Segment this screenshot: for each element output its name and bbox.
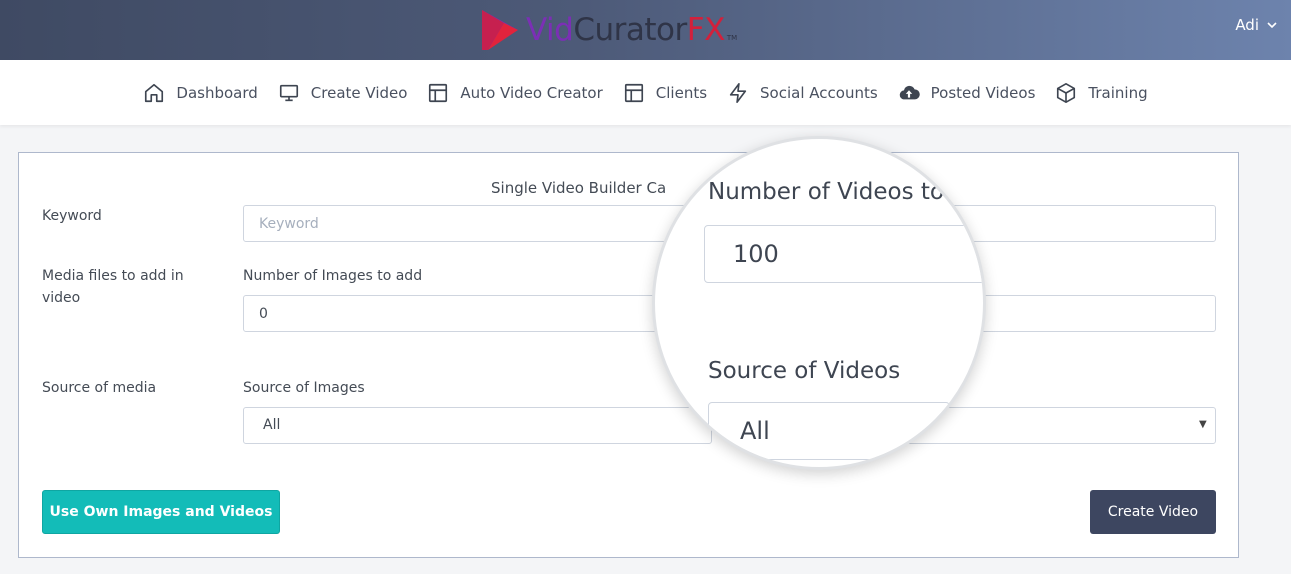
nav-label: Posted Videos [930, 83, 1036, 102]
source-media-label: Source of media [42, 380, 157, 396]
lightning-icon [729, 82, 747, 103]
logo-fx: FX [686, 12, 726, 48]
video-builder-card: Single Video Builder Ca Keyword Media fi… [18, 152, 1239, 558]
videos-count-label: Number of Videos to [708, 179, 945, 205]
nav-item-training[interactable]: Training [1055, 82, 1148, 104]
nav-label: Social Accounts [760, 83, 878, 102]
use-own-media-button[interactable]: Use Own Images and Videos [42, 490, 280, 534]
nav-item-auto-video-creator[interactable]: Auto Video Creator [427, 82, 603, 104]
videos-count-value: 100 [733, 240, 779, 268]
nav-item-dashboard[interactable]: Dashboard [143, 82, 258, 104]
nav-label: Training [1088, 83, 1148, 102]
select-caret-icon: ▼ [1199, 419, 1207, 430]
logo-trademark: TM [726, 34, 738, 42]
nav-item-posted-videos[interactable]: Posted Videos [898, 82, 1036, 104]
magnifier-lens: Number of Videos to 100 Source of Videos… [652, 136, 986, 470]
card-title: Single Video Builder Ca [491, 179, 667, 197]
source-videos-magnified-select[interactable]: All [708, 402, 950, 460]
nav-label: Auto Video Creator [460, 83, 603, 102]
layout-icon [624, 83, 643, 102]
keyword-label: Keyword [42, 208, 102, 224]
source-videos-label: Source of Videos [708, 358, 901, 384]
media-files-label: Media files to add in video [42, 268, 184, 306]
cloud-upload-icon [899, 85, 920, 99]
source-images-select[interactable]: All [243, 407, 712, 444]
play-logo-icon [482, 10, 518, 50]
monitor-icon [279, 84, 298, 101]
nav-item-clients[interactable]: Clients [623, 82, 707, 104]
source-images-label: Source of Images [243, 380, 365, 396]
chevron-down-icon [1267, 21, 1277, 28]
nav-label: Clients [655, 83, 708, 102]
box-icon [1057, 82, 1076, 103]
top-header: VidCuratorFX TM Adi [0, 0, 1291, 60]
logo-curator: Curator [573, 12, 687, 48]
layout-icon [429, 83, 448, 102]
nav-label: Dashboard [176, 83, 258, 102]
logo-text: VidCuratorFX [526, 12, 725, 48]
nav-label: Create Video [310, 83, 408, 102]
user-menu[interactable]: Adi [1235, 16, 1277, 34]
home-icon [145, 83, 164, 102]
main-nav: Dashboard Create Video Auto Video Creato… [0, 60, 1291, 125]
logo-vid: Vid [526, 12, 574, 48]
source-videos-value: All [740, 417, 770, 445]
app-logo[interactable]: VidCuratorFX TM [480, 8, 737, 52]
images-count-label: Number of Images to add [243, 268, 423, 284]
videos-count-input[interactable]: 100 [704, 225, 983, 283]
user-name: Adi [1235, 16, 1259, 34]
nav-item-create-video[interactable]: Create Video [278, 82, 408, 104]
nav-item-social-accounts[interactable]: Social Accounts [727, 82, 878, 104]
create-video-button[interactable]: Create Video [1090, 490, 1216, 534]
